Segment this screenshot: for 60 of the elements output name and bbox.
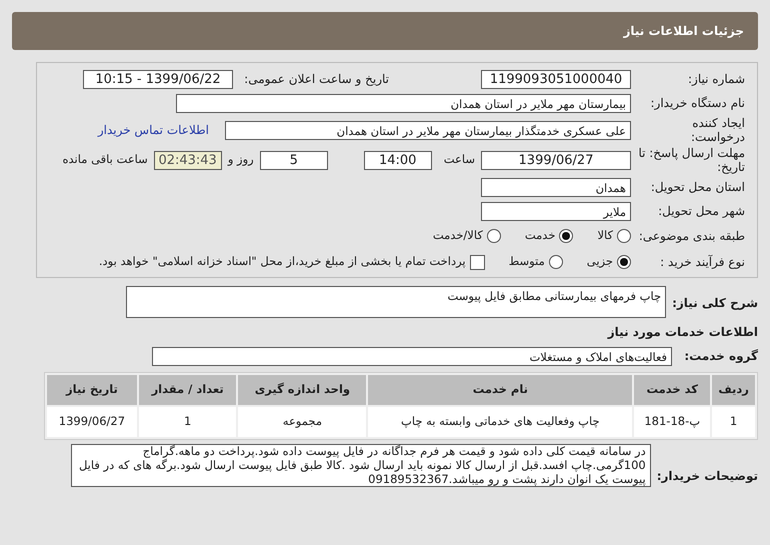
radio-option[interactable]: جزیی (586, 253, 631, 271)
field-label: مهلت ارسال پاسخ: تا تاریخ: (637, 146, 745, 174)
table-cell: پ-18-181 (634, 407, 710, 437)
field-label: نام دستگاه خریدار: (650, 95, 745, 112)
table-cell: مجموعه (238, 407, 366, 437)
section-heading: اطلاعات خدمات مورد نیاز (608, 324, 758, 341)
field-value: بیمارستان مهر ملایر در استان همدان (176, 94, 631, 112)
radio-label: کالا (597, 227, 613, 244)
radio-option[interactable]: خدمت (524, 227, 574, 245)
radio-label: جزیی (586, 253, 613, 270)
days-label: روز و (228, 151, 254, 168)
column-header: کد خدمت (634, 375, 710, 405)
field-label: توضیحات خریدار: (656, 468, 758, 485)
table-cell: چاپ وفعالیت های خدماتی وابسته به چاپ (368, 407, 632, 437)
column-header: نام خدمت (368, 375, 632, 405)
radio-button[interactable] (617, 229, 631, 243)
column-header: تاریخ نیاز (47, 375, 137, 405)
field-label: استان محل تحویل: (650, 179, 745, 196)
checkbox-label: پرداخت تمام یا بخشی از مبلغ خرید،از محل "اسناد خزانه اسلامی" خواهد بود. (98, 253, 466, 270)
radio-option[interactable]: کالا/خدمت (432, 227, 501, 245)
field-value: 5 (260, 150, 328, 170)
field-value: چاپ فرمهای بیمارستانی مطابق فایل پیوست (126, 286, 666, 318)
column-header: ردیف (712, 375, 755, 405)
table-cell: 1 (712, 407, 755, 437)
field-label: نوع فرآیند خرید : (659, 254, 745, 271)
field-label: شرح کلی نیاز: (672, 295, 758, 312)
field-label: تاریخ و ساعت اعلان عمومی: (243, 71, 389, 88)
field-label: شهر محل تحویل: (657, 203, 745, 220)
field-label: ایجاد کننده درخواست: (690, 116, 745, 144)
field-value: 14:00 (364, 150, 432, 170)
page-title: جزئیات اطلاعات نیاز (623, 23, 744, 40)
radio-label: متوسط (508, 253, 545, 270)
radio-button[interactable] (617, 255, 631, 269)
field-label: شماره نیاز: (687, 71, 745, 88)
field-value: همدان (481, 178, 631, 196)
radio-label: کالا/خدمت (432, 227, 483, 244)
radio-label: خدمت (524, 227, 556, 244)
radio-option[interactable]: کالا (597, 227, 631, 245)
field-value: ملایر (481, 202, 631, 220)
remaining-label: ساعت باقی مانده (62, 151, 148, 168)
radio-button[interactable] (548, 255, 563, 269)
column-header: تعداد / مقدار (138, 375, 236, 405)
contact-link[interactable]: اطلاعات تماس خریدار (98, 121, 209, 139)
field-value: 1199093051000040 (481, 70, 631, 88)
radio-button[interactable] (486, 229, 501, 243)
table-cell: 1399/06/27 (47, 407, 137, 437)
notes-text: در سامانه قیمت کلی داده شود و قیمت هر فرم جداگانه در فایل پیوست داده شود.پرداخت دو ماهه.گراماج 100گرمی.چاپ افسد.قبل از ارسال کالا نمونه باید ارسال شود .کالا طبق فایل پیوست ارسال شود.برگه های که در فایل پیوست یک انوان دارند پشت و رو میباشد.09189532367 (70, 444, 651, 488)
radio-option[interactable]: متوسط (508, 253, 563, 271)
radio-button[interactable] (559, 229, 574, 243)
checkbox[interactable] (470, 254, 485, 270)
field-value: علی عسکری خدمتگذار بیمارستان مهر ملایر در استان همدان (225, 120, 631, 140)
column-header: واحد اندازه گیری (238, 375, 366, 405)
table-cell: 1 (138, 407, 236, 437)
field-value: 1399/06/27 (481, 150, 631, 170)
field-label: گروه خدمت: (683, 348, 758, 365)
field-value: فعالیت‌های املاک و مستغلات (152, 346, 672, 366)
field-label: طبقه بندی موضوعی: (638, 228, 745, 245)
countdown-timer: 02:43:43 (154, 150, 222, 170)
time-label: ساعت (444, 151, 475, 168)
field-value: 1399/06/22 - 10:15 (83, 70, 233, 88)
